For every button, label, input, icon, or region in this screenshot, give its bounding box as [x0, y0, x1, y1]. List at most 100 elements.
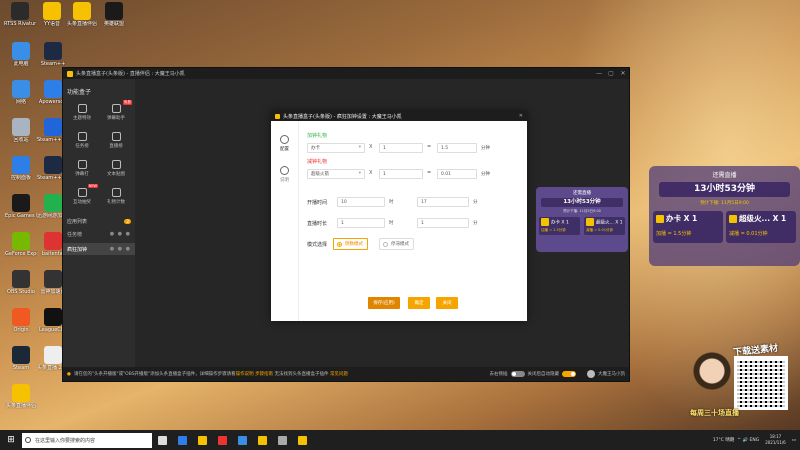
clock[interactable]: 18:17 2021/11/6 [765, 434, 786, 446]
tool-item[interactable]: 直播榜 [99, 128, 133, 152]
help-link[interactable]: 操作说明 [236, 371, 254, 377]
main-titlebar[interactable]: 头条直播盒子(头条版) - 直播伴侣 : 大魔王马小凯 — ▢ ✕ [63, 68, 629, 79]
sub-unit: 分钟 [481, 172, 490, 177]
app-icon [12, 80, 30, 98]
dialog-titlebar[interactable]: 头条直播盒子(头条版) - 疯狂加钟设置 : 大魔王马小凯 ✕ [271, 111, 527, 121]
tray-arrow-icon[interactable]: ^ [737, 438, 741, 443]
desktop-icon[interactable]: Steam++ [37, 42, 69, 67]
autohide-toggle[interactable] [562, 371, 576, 377]
end-time: 预计下播: 11月5日9:00 [700, 201, 749, 206]
taskbar-app[interactable] [272, 430, 292, 450]
system-tray: 17°C 晴朗 ^ 🔊 ENG 18:17 2021/11/6 ▭ [713, 434, 800, 446]
desktop-icon[interactable]: 英雄联盟 [98, 2, 130, 27]
taskbar-app[interactable] [292, 430, 312, 450]
desktop-icon-label: 头条直播伴侣 [5, 403, 36, 409]
desktop-icon[interactable]: GeForce Experience [5, 232, 37, 257]
weather[interactable]: 17°C 晴朗 [713, 437, 735, 443]
maximize-button[interactable]: ▢ [605, 70, 617, 77]
desktop-icon[interactable]: RTSS Rivatune [4, 2, 36, 27]
app-icon [12, 384, 30, 402]
dialog-close-icon[interactable]: ✕ [519, 113, 523, 119]
start-hour-input[interactable]: 10 [337, 197, 385, 207]
add-gift-card: 办卡 X 1 加播 = 1.5分钟 [653, 211, 723, 243]
taskbar-app[interactable] [212, 430, 232, 450]
sub-gift-select[interactable]: 超级火箭 [307, 169, 365, 179]
radio-dot-icon [337, 241, 342, 247]
close-button[interactable]: ✕ [617, 70, 629, 77]
taskbar-app[interactable] [152, 430, 172, 450]
tool-item[interactable]: 任务榜 [65, 128, 99, 152]
nav-config-label: 配置 [280, 147, 289, 152]
app-logo-icon [275, 113, 280, 119]
duration-hour-unit: 时 [389, 221, 394, 226]
language-indicator[interactable]: ENG [750, 438, 760, 443]
desktop-icon-label: 头条直播伴侣 [66, 21, 97, 27]
desktop-icon[interactable]: 头条直播伴侣 [66, 2, 98, 27]
volume-icon[interactable]: 🔊 [742, 438, 748, 443]
faq-link[interactable]: 常见问题 [330, 371, 348, 377]
app-icon [12, 270, 30, 288]
start-min-input[interactable]: 17 [417, 197, 469, 207]
desktop-icon[interactable]: Steam [5, 346, 37, 371]
desktop-icon[interactable]: 控制面板 [5, 156, 37, 181]
nav-help[interactable]: 说明 [271, 166, 298, 183]
dialog-nav: 配置 说明 [271, 121, 299, 321]
tool-item[interactable]: 主题特效 [65, 100, 99, 124]
tool-item[interactable]: 弹幕助手 免费 [99, 100, 133, 124]
desktop-icon[interactable]: YY语音 [36, 2, 68, 27]
sub-count-input[interactable]: 1 [379, 169, 423, 179]
notice-text: 请在您的"头条开播版"或"OBS开播版"添加头条直播盒子插件，详细操作步骤请看 [73, 372, 236, 377]
status-bar: ● 请在您的"头条开播版"或"OBS开播版"添加头条直播盒子插件，详细操作步骤请… [63, 367, 629, 381]
app-actions-icon[interactable]: ● ● ● [110, 231, 131, 237]
cancel-button[interactable]: 关闭 [436, 297, 458, 309]
add-gift-name: 办卡 X 1 [551, 220, 569, 226]
save-button[interactable]: 保存(应用) [368, 297, 400, 309]
mode-pause-radio[interactable]: 停滞模式 [379, 238, 414, 250]
sub-minutes-input[interactable]: 0.01 [437, 169, 477, 179]
desktop-icon[interactable]: 此电脑 [5, 42, 37, 67]
windows-start-icon[interactable]: ⊞ [0, 435, 22, 445]
tool-item[interactable]: 互动抽奖 NEW [65, 184, 99, 208]
taskbar-app[interactable] [252, 430, 272, 450]
tool-item[interactable]: 弹幕打 [65, 156, 99, 180]
taskbar-app-icon [217, 435, 227, 445]
app-list-item[interactable]: 疯狂加钟 ● ● ● [63, 243, 135, 255]
confirm-button[interactable]: 确定 [408, 297, 430, 309]
search-placeholder: 在这里输入你要搜索的内容 [35, 437, 96, 444]
taskbar-app-icon [237, 435, 247, 445]
taskbar-search[interactable]: 在这里输入你要搜索的内容 [22, 432, 152, 448]
notification-icon[interactable]: ▭ [792, 438, 796, 443]
nav-help-label: 说明 [280, 178, 289, 183]
main-window-title: 头条直播盒子(头条版) - 直播伴侣 : 大魔王马小凯 [76, 71, 185, 77]
duration-label: 直播时长 [307, 221, 328, 227]
taskbar-app[interactable] [192, 430, 212, 450]
duration-min-input[interactable]: 1 [417, 218, 469, 228]
desktop-icon[interactable]: Epic Games Launcher [5, 194, 37, 219]
guide-link[interactable]: 步骤指南 [255, 371, 273, 377]
minimize-button[interactable]: — [593, 70, 605, 77]
remaining-time: 13小时53分钟 [659, 182, 790, 197]
tool-label: 弹幕打 [75, 172, 89, 177]
desktop-icon[interactable]: 网络 [5, 80, 37, 105]
taskbar-app[interactable] [232, 430, 252, 450]
tool-label: 主题特效 [73, 116, 91, 121]
add-minutes-input[interactable]: 1.5 [437, 143, 477, 153]
app-actions-icon[interactable]: ● ● ● [110, 246, 131, 252]
dock-toggle[interactable] [510, 371, 525, 377]
desktop-icon[interactable]: 头条直播伴侣 [5, 384, 37, 409]
tool-item[interactable]: 文本贴图 [99, 156, 133, 180]
tool-item[interactable]: 礼物计数 [99, 184, 133, 208]
add-count-input[interactable]: 1 [379, 143, 423, 153]
mode-countdown-radio[interactable]: 倒数模式 [333, 238, 368, 250]
app-list-item[interactable]: 任务榜 ● ● ● [63, 228, 135, 240]
nav-config[interactable]: 配置 [271, 135, 298, 152]
desktop-icon[interactable]: Origin [5, 308, 37, 333]
duration-hour-input[interactable]: 1 [337, 218, 385, 228]
avatar[interactable] [587, 370, 595, 378]
add-gift-select[interactable]: 办卡 [307, 143, 365, 153]
sub-multiply: X [369, 170, 373, 176]
desktop-icon[interactable]: OBS Studio [5, 270, 37, 295]
desktop-icon[interactable]: 回收站 [5, 118, 37, 143]
sub-gift-section: 减钟礼物 [307, 159, 328, 165]
taskbar-app[interactable] [172, 430, 192, 450]
